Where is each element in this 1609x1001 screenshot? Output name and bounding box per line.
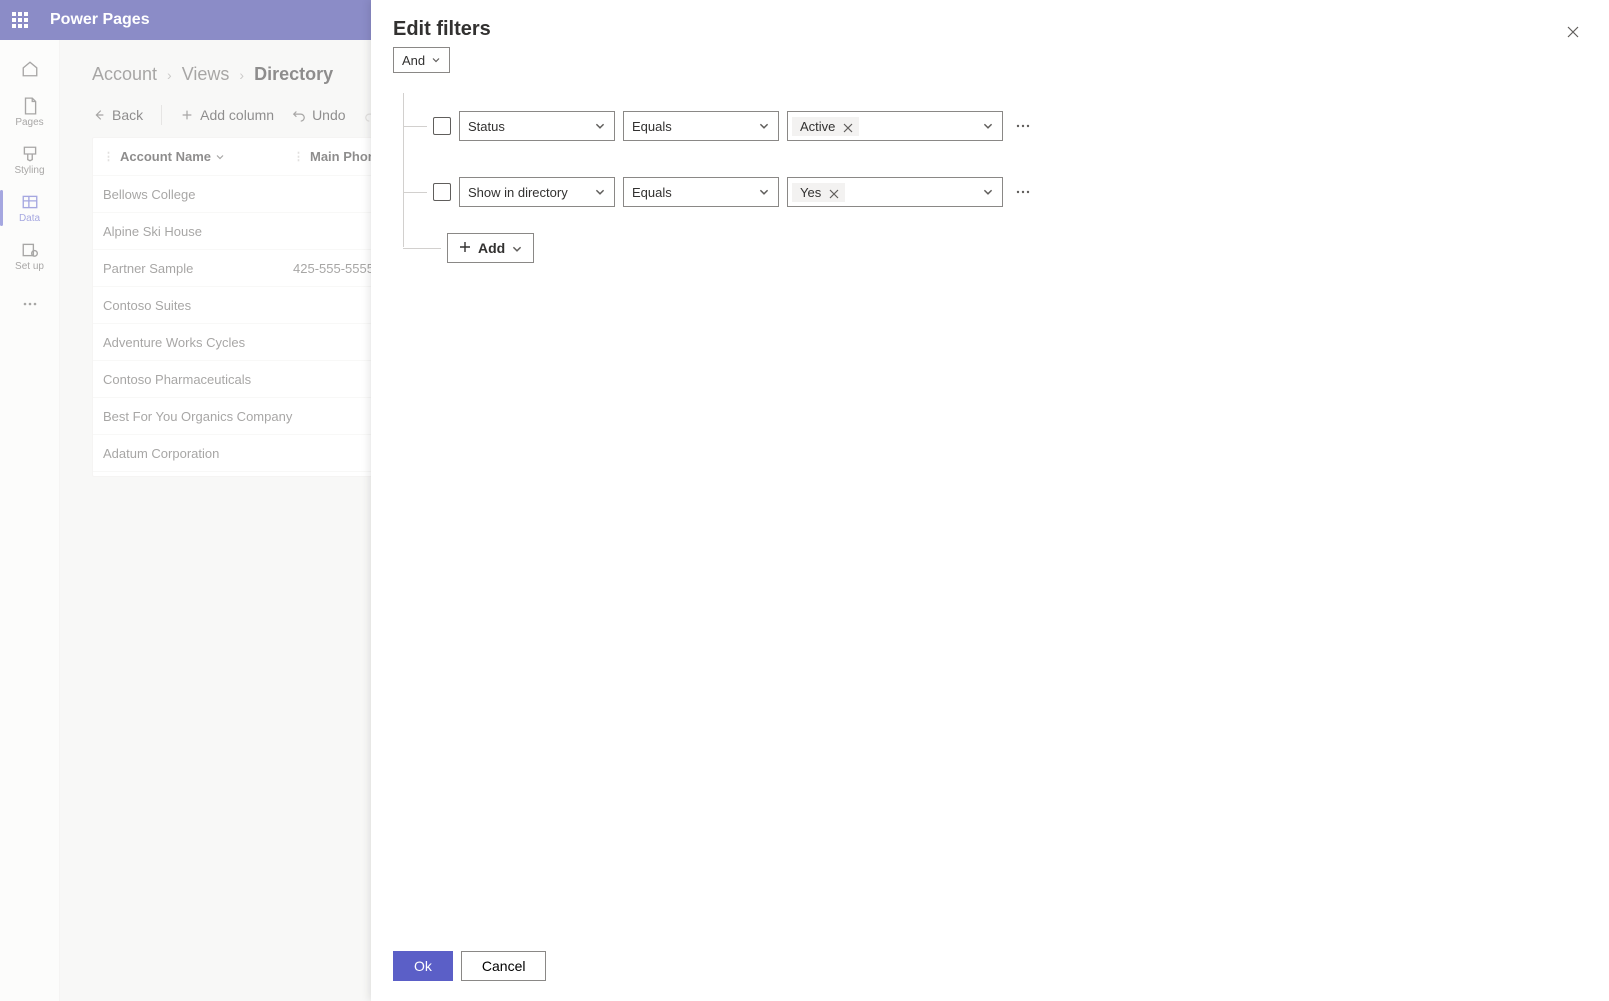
chevron-right-icon: › xyxy=(239,67,244,83)
field-dropdown[interactable]: Status xyxy=(459,111,615,141)
chevron-right-icon: › xyxy=(167,67,172,83)
left-rail: Pages Styling Data Set up xyxy=(0,40,60,1001)
add-condition-button[interactable]: Add xyxy=(447,233,534,263)
breadcrumb-current: Directory xyxy=(254,64,333,85)
page-icon xyxy=(21,97,39,115)
chevron-down-icon xyxy=(982,120,994,132)
app-launcher-icon[interactable] xyxy=(12,12,28,28)
remove-tag-icon[interactable] xyxy=(843,121,853,131)
rail-pages-label: Pages xyxy=(15,117,43,128)
value-dropdown[interactable]: Active xyxy=(787,111,1003,141)
chevron-down-icon xyxy=(594,186,606,198)
cell-account-name: Partner Sample xyxy=(103,261,293,276)
field-value: Show in directory xyxy=(468,185,568,200)
panel-title: Edit filters xyxy=(393,18,491,41)
rail-data-label: Data xyxy=(19,213,40,224)
rail-data[interactable]: Data xyxy=(0,184,60,232)
cell-account-name: Best For You Organics Company xyxy=(103,409,293,424)
cell-account-name: Adventure Works Cycles xyxy=(103,335,293,350)
rail-setup-label: Set up xyxy=(15,261,44,272)
edit-filters-panel: Edit filters And Status Equals Active Show … xyxy=(371,0,1609,1001)
undo-button[interactable]: Undo xyxy=(292,107,345,123)
column-header-account-name[interactable]: ⋮ Account Name xyxy=(103,149,293,164)
add-label: Add xyxy=(478,240,505,256)
group-operator-dropdown[interactable]: And xyxy=(393,47,450,73)
breadcrumb-views[interactable]: Views xyxy=(182,64,230,85)
plus-icon xyxy=(458,240,472,257)
condition-checkbox[interactable] xyxy=(433,183,451,201)
toolbar-separator xyxy=(161,105,162,125)
close-icon xyxy=(1566,25,1580,39)
panel-body: Status Equals Active Show in directory Equal… xyxy=(371,89,1609,939)
row-more-button[interactable] xyxy=(1011,114,1035,138)
brush-icon xyxy=(21,145,39,163)
chevron-down-icon xyxy=(982,186,994,198)
column-header-label: Account Name xyxy=(120,149,211,164)
operator-dropdown[interactable]: Equals xyxy=(623,111,779,141)
value-tag: Active xyxy=(792,117,859,136)
grip-icon: ⋮ xyxy=(293,150,304,163)
rail-setup[interactable]: Set up xyxy=(0,232,60,280)
field-value: Status xyxy=(468,119,505,134)
cell-account-name: Alpine Ski House xyxy=(103,224,293,239)
filter-condition-row: Status Equals Active xyxy=(405,93,1587,159)
undo-label: Undo xyxy=(312,107,345,123)
panel-footer: Ok Cancel xyxy=(371,939,1609,1001)
operator-value: Equals xyxy=(632,185,672,200)
setup-icon xyxy=(21,241,39,259)
rail-pages[interactable]: Pages xyxy=(0,88,60,136)
back-button[interactable]: Back xyxy=(92,107,143,123)
panel-header: Edit filters And xyxy=(371,0,1609,89)
cell-account-name: Contoso Pharmaceuticals xyxy=(103,372,293,387)
chevron-down-icon xyxy=(215,152,225,162)
group-operator-label: And xyxy=(402,53,425,68)
add-condition-row: Add xyxy=(405,225,1587,271)
close-button[interactable] xyxy=(1559,18,1587,46)
breadcrumb-account[interactable]: Account xyxy=(92,64,157,85)
cancel-button[interactable]: Cancel xyxy=(461,951,547,981)
filter-condition-row: Show in directory Equals Yes xyxy=(405,159,1587,225)
add-column-button[interactable]: Add column xyxy=(180,107,274,123)
rail-more[interactable] xyxy=(0,286,60,322)
value-text: Active xyxy=(800,119,835,134)
cell-account-name: Adatum Corporation xyxy=(103,446,293,461)
grip-icon: ⋮ xyxy=(103,150,114,163)
operator-value: Equals xyxy=(632,119,672,134)
value-tag: Yes xyxy=(792,183,845,202)
app-title: Power Pages xyxy=(50,11,150,29)
undo-icon xyxy=(292,108,306,122)
row-more-button[interactable] xyxy=(1011,180,1035,204)
ok-button[interactable]: Ok xyxy=(393,951,453,981)
field-dropdown[interactable]: Show in directory xyxy=(459,177,615,207)
chevron-down-icon xyxy=(431,55,441,65)
plus-icon xyxy=(180,108,194,122)
remove-tag-icon[interactable] xyxy=(829,187,839,197)
add-column-label: Add column xyxy=(200,107,274,123)
chevron-down-icon xyxy=(511,242,523,254)
rail-styling-label: Styling xyxy=(14,165,44,176)
rail-home[interactable] xyxy=(0,52,60,88)
arrow-left-icon xyxy=(92,108,106,122)
more-icon xyxy=(22,296,38,312)
value-text: Yes xyxy=(800,185,821,200)
home-icon xyxy=(21,60,39,78)
cell-account-name: Bellows College xyxy=(103,187,293,202)
rail-styling[interactable]: Styling xyxy=(0,136,60,184)
cell-account-name: Contoso Suites xyxy=(103,298,293,313)
value-dropdown[interactable]: Yes xyxy=(787,177,1003,207)
chevron-down-icon xyxy=(758,120,770,132)
operator-dropdown[interactable]: Equals xyxy=(623,177,779,207)
filter-tree: Status Equals Active Show in directory Equal… xyxy=(393,93,1587,271)
data-icon xyxy=(21,193,39,211)
condition-checkbox[interactable] xyxy=(433,117,451,135)
back-label: Back xyxy=(112,107,143,123)
chevron-down-icon xyxy=(594,120,606,132)
chevron-down-icon xyxy=(758,186,770,198)
